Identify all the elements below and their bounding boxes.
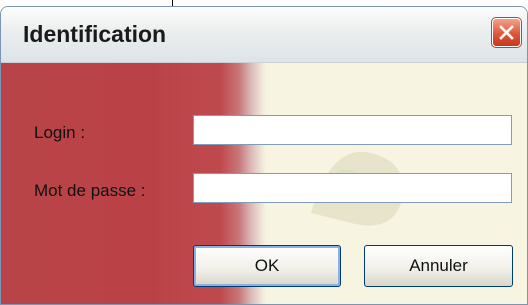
window-title: Identification [23,21,167,47]
close-icon [499,25,514,40]
cancel-button[interactable]: Annuler [364,245,513,287]
dialog-body: Login : Mot de passe : OK Annuler [1,63,527,304]
close-button[interactable] [491,17,522,48]
password-label: Mot de passe : [34,181,146,200]
login-input[interactable] [194,116,511,144]
ok-button[interactable]: OK [193,245,341,287]
identification-dialog: Identification Login : Mot de passe : OK… [0,6,528,305]
login-field[interactable] [193,115,512,145]
password-field[interactable] [193,173,512,203]
title-bar[interactable]: Identification [1,7,527,63]
password-input[interactable] [194,174,511,202]
login-label: Login : [34,123,86,142]
